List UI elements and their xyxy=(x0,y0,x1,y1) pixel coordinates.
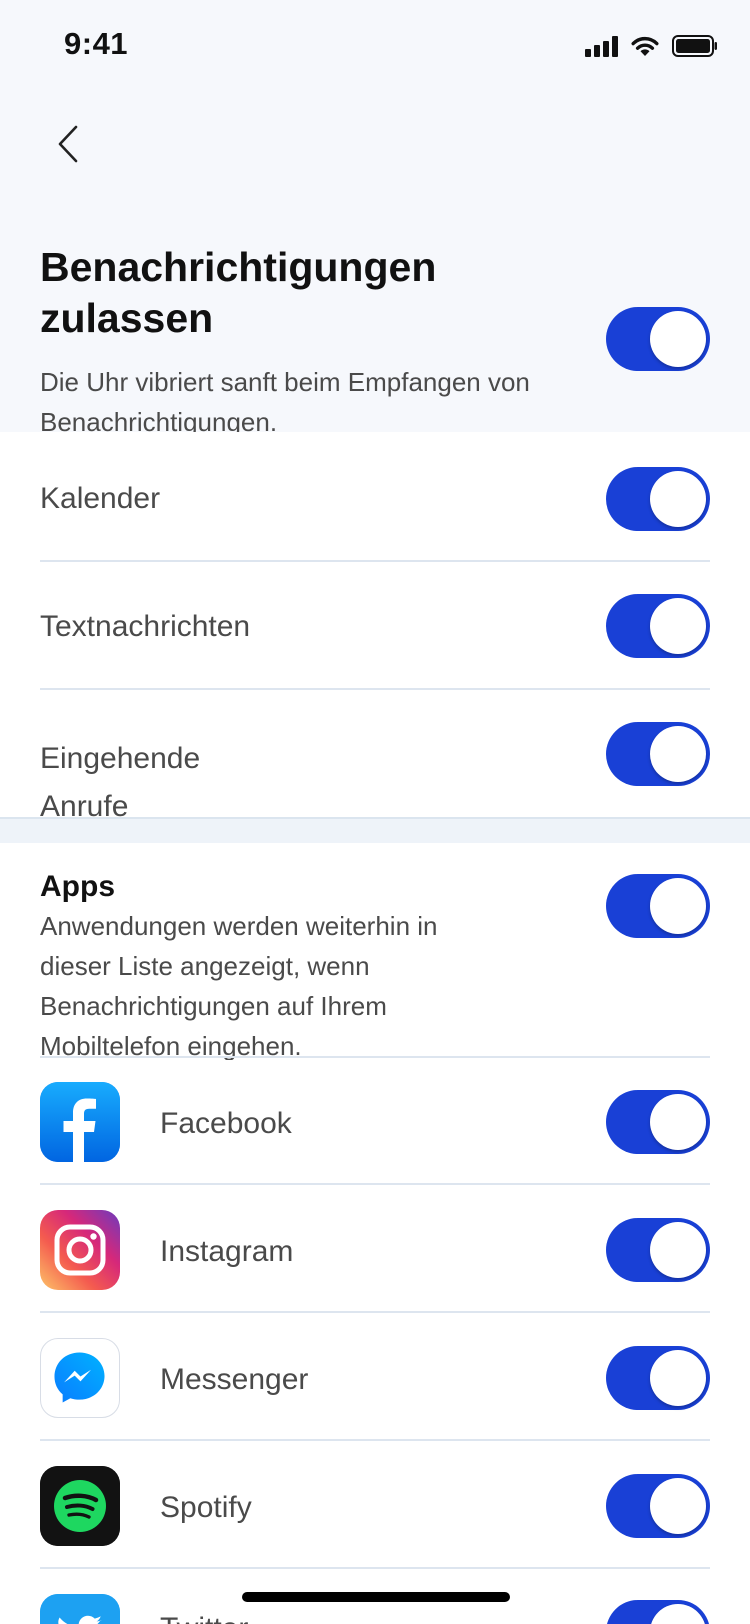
divider xyxy=(40,688,710,690)
instagram-toggle[interactable] xyxy=(606,1218,710,1282)
calendar-label: Kalender xyxy=(40,482,161,515)
facebook-toggle[interactable] xyxy=(606,1090,710,1154)
divider xyxy=(40,1311,710,1313)
toggle-knob xyxy=(650,598,706,654)
apps-toggle[interactable] xyxy=(606,874,710,938)
calendar-toggle[interactable] xyxy=(606,467,710,531)
spotify-toggle[interactable] xyxy=(606,1474,710,1538)
page-title: Benachrichtigungen zulassen xyxy=(40,244,437,341)
toggle-knob xyxy=(650,1604,706,1624)
divider xyxy=(40,1439,710,1441)
notification-settings-screen: 9:41 Benachrichtigungen zulassen Die Uhr… xyxy=(0,0,750,1624)
messenger-label: Messenger xyxy=(160,1363,309,1396)
incoming-calls-toggle[interactable] xyxy=(606,722,710,786)
toggle-knob xyxy=(650,726,706,782)
apps-section-title: Apps xyxy=(40,870,115,903)
messenger-toggle[interactable] xyxy=(606,1346,710,1410)
toggle-knob xyxy=(650,311,706,367)
twitter-toggle[interactable] xyxy=(606,1600,710,1624)
page-description: Die Uhr vibriert sanft beim Empfangen vo… xyxy=(40,367,530,432)
twitter-label: Twitter xyxy=(160,1612,248,1624)
divider xyxy=(40,560,710,562)
cellular-signal-icon xyxy=(585,35,618,57)
spotify-label: Spotify xyxy=(160,1491,252,1524)
instagram-icon xyxy=(40,1210,120,1290)
spotify-icon xyxy=(40,1466,120,1546)
toggle-knob xyxy=(650,878,706,934)
back-button[interactable] xyxy=(44,118,92,170)
facebook-icon xyxy=(40,1082,120,1162)
toggle-knob xyxy=(650,1094,706,1150)
text-messages-toggle[interactable] xyxy=(606,594,710,658)
toggle-knob xyxy=(650,471,706,527)
battery-icon xyxy=(672,35,718,57)
wifi-icon xyxy=(630,35,660,57)
status-icons xyxy=(585,32,718,60)
section-separator xyxy=(0,817,750,843)
divider xyxy=(40,1183,710,1185)
text-messages-label: Textnachrichten xyxy=(40,610,251,643)
instagram-label: Instagram xyxy=(160,1235,294,1268)
toggle-knob xyxy=(650,1222,706,1278)
home-indicator xyxy=(242,1592,510,1602)
chevron-left-icon xyxy=(58,125,78,163)
toggle-knob xyxy=(650,1478,706,1534)
allow-notifications-toggle[interactable] xyxy=(606,307,710,371)
apps-section-description: Anwendungen werden weiterhin in dieser L… xyxy=(40,911,438,1060)
toggle-knob xyxy=(650,1350,706,1406)
divider xyxy=(40,1056,710,1058)
incoming-calls-label: Eingehende Anrufe xyxy=(40,742,201,823)
status-time: 9:41 xyxy=(64,26,129,61)
facebook-label: Facebook xyxy=(160,1107,292,1140)
messenger-icon xyxy=(40,1338,120,1418)
divider xyxy=(40,1567,710,1569)
twitter-icon xyxy=(40,1594,120,1624)
status-bar: 9:41 xyxy=(0,0,750,92)
